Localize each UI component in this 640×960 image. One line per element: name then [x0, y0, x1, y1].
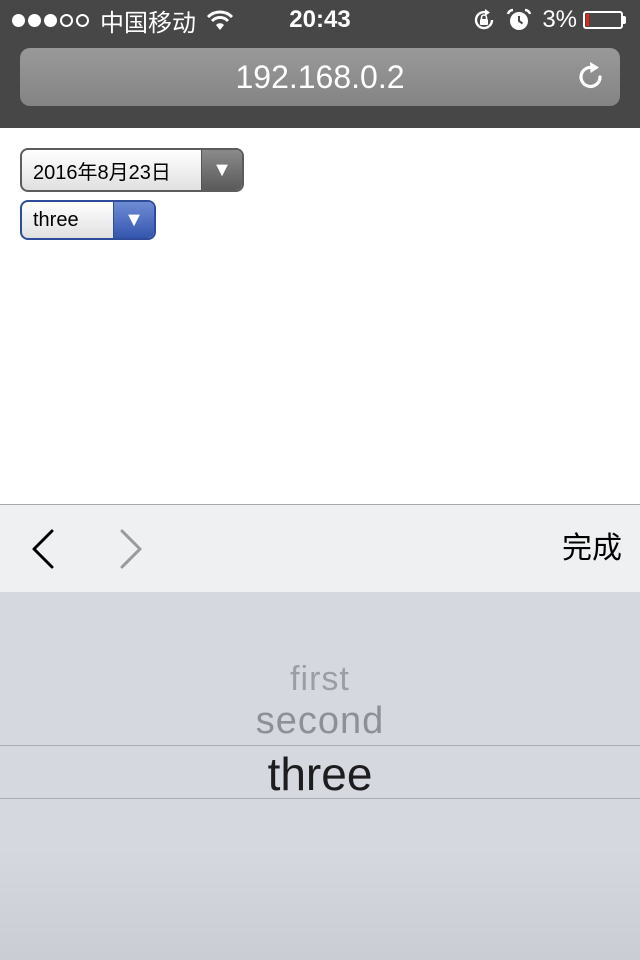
battery-percent: 3% [542, 6, 577, 33]
date-select-value: 2016年8月23日 [33, 161, 171, 184]
picker-option-selected[interactable]: three [0, 747, 640, 801]
triangle-down-icon: ▼ [113, 202, 154, 238]
picker-selection-line [0, 798, 640, 799]
alarm-icon [507, 8, 532, 30]
done-button[interactable]: 完成 [562, 505, 622, 593]
battery-body [583, 11, 623, 29]
browser-toolbar: 192.168.0.2 [0, 40, 640, 128]
picker-selection-line [0, 745, 640, 746]
address-bar[interactable]: 192.168.0.2 [20, 48, 620, 106]
picker-option[interactable]: first [0, 660, 640, 699]
url-text: 192.168.0.2 [235, 59, 405, 95]
picker-option[interactable]: second [0, 700, 640, 743]
chevron-right-icon[interactable] [112, 527, 152, 571]
status-right: 3% [472, 0, 626, 40]
battery-level-fill [586, 14, 589, 26]
date-select[interactable]: 2016年8月23日 ▼ [20, 148, 244, 192]
option-select[interactable]: three ▼ [20, 200, 156, 240]
chevron-left-icon[interactable] [22, 527, 62, 571]
triangle-down-icon: ▼ [201, 150, 242, 190]
picker-wheel[interactable]: first second three [0, 592, 640, 960]
battery-tip [623, 16, 626, 24]
rotation-lock-icon [475, 9, 494, 30]
option-select-value: three [33, 208, 79, 231]
reload-icon[interactable] [574, 60, 608, 94]
battery-icon [583, 11, 626, 29]
status-bar: 中国移动 20:43 3% [0, 0, 640, 40]
keyboard-toolbar: 完成 [0, 504, 640, 592]
